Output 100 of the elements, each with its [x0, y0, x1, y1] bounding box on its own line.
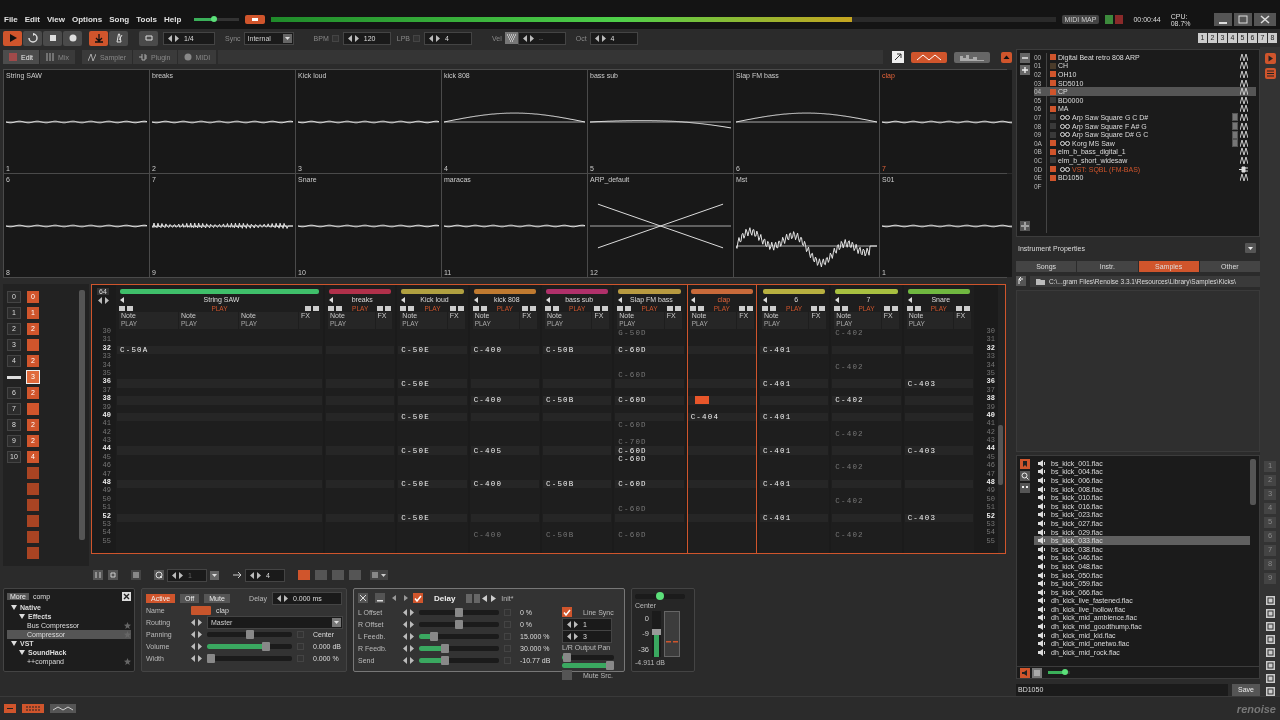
- clear-icon[interactable]: [122, 592, 131, 601]
- expand-icon[interactable]: [892, 51, 904, 63]
- stop-button[interactable]: [43, 30, 62, 46]
- collapse-arrow-icon[interactable]: [835, 296, 840, 303]
- record-button[interactable]: [63, 30, 82, 46]
- spin-arrows-icon[interactable]: [277, 594, 288, 602]
- follow-button[interactable]: [89, 30, 108, 46]
- loop-icon[interactable]: [108, 570, 118, 580]
- menu-item[interactable]: View: [46, 15, 65, 24]
- preset-buttons-icon[interactable]: [466, 593, 497, 603]
- view-preset-icon[interactable]: [1265, 648, 1275, 657]
- down-arrow-icon[interactable]: [93, 33, 104, 43]
- column-options-icon[interactable]: [370, 570, 388, 580]
- clip-indicator-icon[interactable]: [244, 15, 265, 24]
- move-arrows-icon[interactable]: [392, 593, 408, 603]
- stop-icon[interactable]: [47, 33, 58, 43]
- collapse-arrow-icon[interactable]: [329, 296, 333, 303]
- column-toggle-icon[interactable]: [472, 305, 488, 311]
- view-preset-icon[interactable]: [1265, 622, 1275, 631]
- metronome-icon[interactable]: [113, 33, 124, 43]
- dropdown-arrow-icon[interactable]: [210, 570, 219, 580]
- menu-item[interactable]: Edit: [24, 15, 40, 24]
- spin-arrows-icon[interactable]: [428, 34, 440, 42]
- spin-arrows-icon[interactable]: [522, 34, 534, 42]
- collapse-arrow-icon[interactable]: [546, 296, 550, 303]
- view-preset-icon[interactable]: [1265, 661, 1275, 670]
- collapse-arrow-icon[interactable]: [762, 296, 767, 303]
- play-icon[interactable]: [7, 33, 18, 43]
- loop-arrow-icon[interactable]: [27, 33, 38, 43]
- quantize-icon[interactable]: [154, 570, 164, 580]
- enable-checkbox[interactable]: [413, 593, 423, 603]
- collapse-arrow-icon[interactable]: [401, 296, 406, 303]
- restore-icon[interactable]: [1234, 13, 1252, 26]
- parameter-slider[interactable]: [440, 655, 449, 665]
- plug-icon[interactable]: [139, 53, 148, 61]
- favorite-star-icon[interactable]: [124, 658, 131, 665]
- minimize-icon[interactable]: [375, 593, 385, 603]
- spin-arrows-icon[interactable]: [567, 620, 578, 628]
- metronome-button[interactable]: [109, 30, 128, 46]
- block-loop-button[interactable]: [139, 30, 158, 46]
- column-toggle-icon[interactable]: [400, 305, 416, 311]
- record-icon[interactable]: [67, 33, 78, 43]
- oscilloscope-button[interactable]: [911, 51, 947, 63]
- close-icon[interactable]: [1254, 13, 1276, 26]
- menu-item[interactable]: Help: [163, 15, 182, 24]
- loop-button[interactable]: [23, 30, 42, 46]
- column-toggle-icon[interactable]: [119, 305, 134, 311]
- spin-arrows-icon[interactable]: [191, 642, 202, 650]
- pattern-grid-icon[interactable]: [131, 570, 141, 580]
- scrollbar[interactable]: [998, 425, 1003, 485]
- parent-folder-icon[interactable]: [1016, 276, 1026, 286]
- dropdown-arrow-icon[interactable]: [332, 617, 341, 627]
- keyboard-icon[interactable]: [504, 32, 518, 44]
- parameter-slider[interactable]: [207, 653, 215, 663]
- column-toggle-icon[interactable]: [305, 305, 320, 311]
- column-toggle-icon[interactable]: [906, 305, 922, 311]
- keyboard-toggle-icon[interactable]: [22, 704, 44, 713]
- parameter-slider[interactable]: [245, 629, 254, 639]
- spin-arrows-icon[interactable]: [403, 644, 414, 652]
- pan-slider[interactable]: [656, 592, 664, 600]
- column-toggle-icon[interactable]: [594, 305, 610, 311]
- collapse-arrow-icon[interactable]: [907, 296, 912, 303]
- spin-arrows-icon[interactable]: [594, 34, 606, 42]
- output-pan-slider[interactable]: [562, 652, 571, 662]
- column-toggle-icon[interactable]: [545, 305, 560, 311]
- mute-source-checkbox[interactable]: [562, 670, 572, 680]
- column-toggle-icon[interactable]: [689, 305, 705, 311]
- menu-item[interactable]: Options: [72, 15, 103, 24]
- remove-icon[interactable]: [1020, 53, 1030, 63]
- column-toggle-icon[interactable]: [666, 305, 682, 311]
- play-button[interactable]: [3, 30, 22, 46]
- spin-arrows-icon[interactable]: [250, 571, 261, 579]
- menu-item[interactable]: File: [4, 15, 18, 24]
- view-toggle-icon[interactable]: [1020, 483, 1030, 493]
- parameter-slider[interactable]: [262, 641, 271, 651]
- collapse-arrow-icon[interactable]: [473, 296, 478, 303]
- edit-step-icon[interactable]: [232, 570, 242, 580]
- scrollbar[interactable]: [79, 290, 85, 540]
- edit-cursor[interactable]: [694, 396, 709, 405]
- column-toggle-icon[interactable]: [377, 305, 393, 311]
- menu-item[interactable]: Song: [109, 15, 130, 24]
- spin-arrows-icon[interactable]: [403, 608, 414, 616]
- spin-arrows-icon[interactable]: [403, 656, 414, 664]
- column-toggle-icon[interactable]: [328, 305, 343, 311]
- log-icon[interactable]: [4, 704, 16, 713]
- track-color-swatch[interactable]: [191, 605, 211, 615]
- scope-toggle-icon[interactable]: [50, 704, 76, 713]
- minimize-icon[interactable]: [1214, 13, 1232, 26]
- column-toggle-icon[interactable]: [883, 305, 899, 311]
- column-toggle-icon[interactable]: [449, 305, 465, 311]
- list-icon[interactable]: [1032, 667, 1042, 678]
- lpb-toggle[interactable]: [412, 34, 420, 42]
- view-preset-icon[interactable]: [1265, 596, 1275, 605]
- collapse-arrow-icon[interactable]: [120, 296, 124, 303]
- line-sync-checkbox[interactable]: [562, 607, 572, 617]
- parameter-slider[interactable]: [455, 607, 463, 617]
- spin-arrows-icon[interactable]: [191, 618, 202, 626]
- master-volume-slider[interactable]: [194, 18, 215, 21]
- bookmark-icon[interactable]: [1020, 459, 1030, 469]
- spin-arrows-icon[interactable]: [97, 297, 109, 304]
